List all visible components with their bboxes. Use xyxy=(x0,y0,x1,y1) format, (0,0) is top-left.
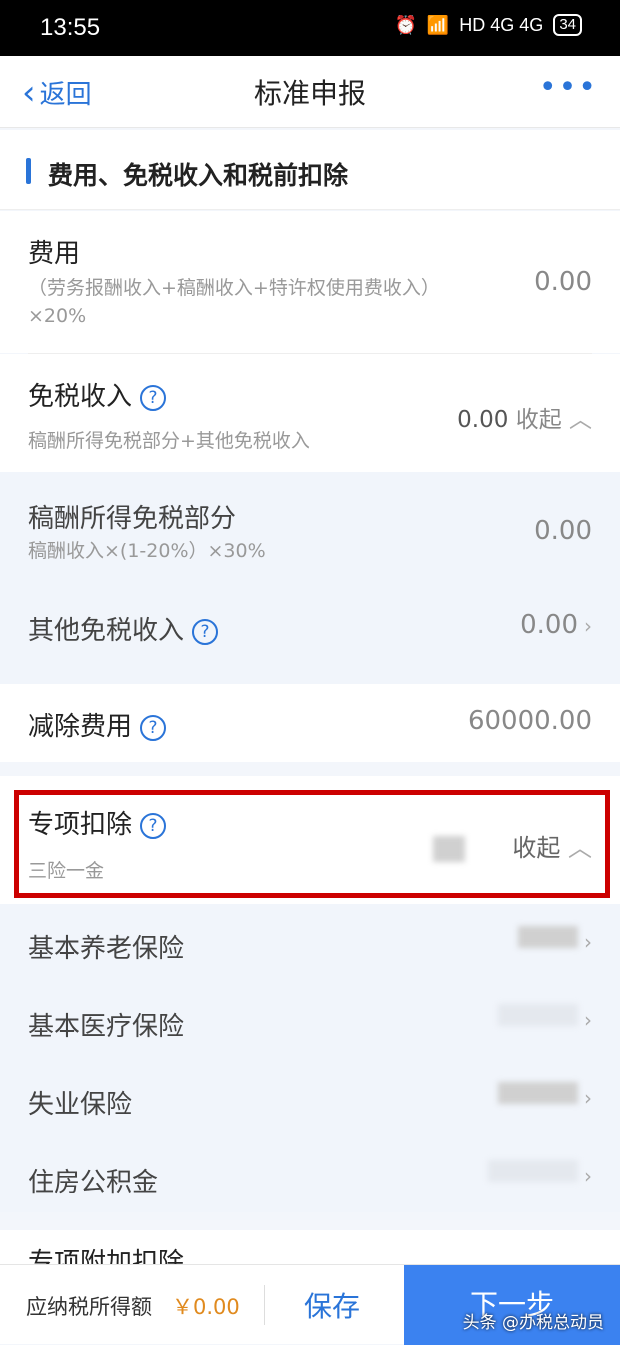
page-title: 标准申报 xyxy=(253,77,366,110)
expenses-title: 费用 xyxy=(28,239,81,269)
chevron-right-icon: › xyxy=(584,1086,592,1110)
divider xyxy=(264,1285,265,1325)
royalty-exempt-value: 0.00 xyxy=(534,516,592,546)
help-icon[interactable]: ? xyxy=(192,618,219,645)
housing-fund-title[interactable]: 住房公积金 xyxy=(28,1162,158,1199)
expenses-value: 0.00 xyxy=(534,267,592,297)
help-icon[interactable]: ? xyxy=(140,384,167,411)
tax-free-formula: 稿酬所得免税部分+其他免税收入 xyxy=(28,430,310,452)
tax-free-row[interactable]: 免税收入? 稿酬所得免税部分+其他免税收入 0.00 收起 ︿ xyxy=(0,354,620,472)
tax-free-title: 免税收入 xyxy=(28,382,133,412)
other-exempt-title: 其他免税收入 xyxy=(28,616,185,646)
other-exempt-row[interactable]: 其他免税收入? xyxy=(28,610,219,647)
blurred-value: x xyxy=(498,1082,578,1104)
help-icon[interactable]: ? xyxy=(140,714,167,741)
taxable-income-label: 应纳税所得额 xyxy=(26,1295,152,1319)
nav-bar: ‹ 返回 标准申报 ••• xyxy=(0,56,620,128)
status-icons: ⏰ 📶 HD 4G 4G 34 xyxy=(394,14,582,36)
expenses-row: 费用 （劳务报酬收入+稿酬收入+特许权使用费收入） ×20% 0.00 xyxy=(0,211,620,353)
section-header: 费用、免税收入和税前扣除 xyxy=(0,130,620,210)
alarm-icon: ⏰ xyxy=(394,14,417,35)
tax-free-value: 0.00 xyxy=(457,407,509,433)
more-icon[interactable]: ••• xyxy=(539,70,598,105)
highlight-box xyxy=(14,790,610,898)
save-button[interactable]: 保存 xyxy=(304,1285,360,1325)
tax-free-subsection: 稿酬所得免税部分 稿酬收入×(1-20%）×30% 0.00 其他免税收入? 0… xyxy=(0,472,620,684)
watermark: 头条 @办税总动员 xyxy=(462,1313,604,1333)
chevron-right-icon: › xyxy=(584,930,592,954)
status-time: 13:55 xyxy=(40,14,101,41)
blurred-value: x xyxy=(518,926,578,948)
chevron-up-icon: ︿ xyxy=(569,407,592,433)
blurred-value: x xyxy=(498,1004,578,1026)
blurred-value: x xyxy=(488,1160,578,1182)
section-title: 费用、免税收入和税前扣除 xyxy=(48,161,349,190)
next-step-button[interactable]: 下一步 xyxy=(404,1265,620,1345)
status-bar: 13:55 ⏰ 📶 HD 4G 4G 34 xyxy=(0,0,620,56)
taxable-income-amount: ￥0.00 xyxy=(172,1295,240,1319)
pension-insurance-title[interactable]: 基本养老保险 xyxy=(28,928,184,965)
special-deduction-subsection: 基本养老保险 x › 基本医疗保险 x › 失业保险 x › 住房公积金 x › xyxy=(0,904,620,1212)
chevron-right-icon: › xyxy=(584,1008,592,1032)
deduct-fee-value: 60000.00 xyxy=(467,706,592,736)
chevron-right-icon: › xyxy=(584,614,592,638)
deduct-fee-title: 减除费用 xyxy=(28,712,133,742)
deduct-fee-row: 减除费用? 60000.00 xyxy=(0,684,620,762)
tax-free-collapse[interactable]: 收起 xyxy=(516,407,562,433)
expenses-formula-rate: ×20% xyxy=(28,305,87,327)
chevron-right-icon: › xyxy=(584,1164,592,1188)
section-accent-bar xyxy=(26,158,31,184)
wifi-icon: 📶 xyxy=(426,14,450,35)
signal-text: HD 4G 4G xyxy=(459,14,544,35)
royalty-exempt-formula: 稿酬收入×(1-20%）×30% xyxy=(28,540,266,562)
medical-insurance-title[interactable]: 基本医疗保险 xyxy=(28,1006,184,1043)
unemployment-insurance-title[interactable]: 失业保险 xyxy=(28,1084,132,1121)
royalty-exempt-title: 稿酬所得免税部分 xyxy=(28,504,237,534)
expenses-formula: （劳务报酬收入+稿酬收入+特许权使用费收入） xyxy=(28,277,440,299)
battery-icon: 34 xyxy=(553,14,582,36)
other-exempt-value: 0.00 xyxy=(520,610,578,640)
